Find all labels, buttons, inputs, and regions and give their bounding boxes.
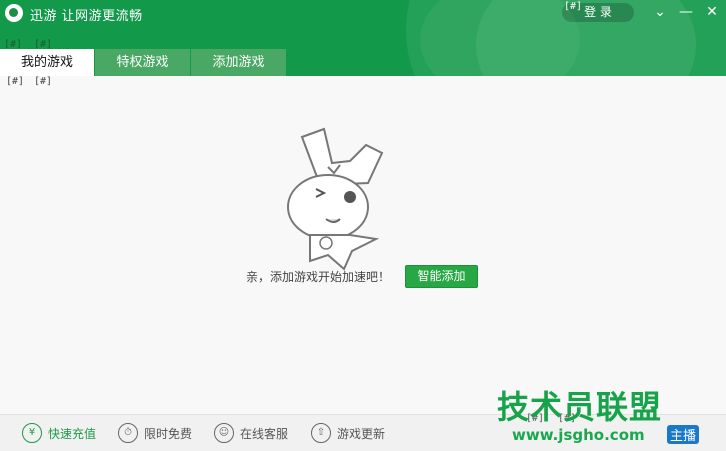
placeholder-label: [#] [34,76,53,87]
menu-chevron-icon[interactable]: ⌄ [650,3,670,21]
login-placeholder: [#] [564,1,583,12]
online-support-button[interactable]: ☺ 在线客服 [214,423,288,443]
recharge-label: 快速充值 [48,426,97,441]
app-logo-icon [5,4,23,22]
stopwatch-icon: ⏱ [118,423,138,443]
online-support-label: 在线客服 [240,426,289,441]
smart-add-button[interactable]: 智能添加 [405,265,478,288]
upload-icon: ⇧ [311,423,331,443]
close-icon[interactable]: ✕ [702,3,722,21]
watermark-text: 技术员联盟 [497,388,663,426]
header-decoration [420,0,580,76]
user-icon: ☺ [214,423,234,443]
game-update-label: 游戏更新 [337,426,386,441]
tab-privilege-games[interactable]: 特权游戏 [95,49,190,76]
title-bar: 迅游 让网游更流畅 [#] [#] 登 录 [#] ⌄ — ✕ 我的游戏 特权游… [0,0,726,76]
recharge-button[interactable]: ¥ 快速充值 [22,423,96,443]
watermark-url: www.jsgho.com [512,426,645,444]
tab-add-games[interactable]: 添加游戏 [191,49,286,76]
tab-bar: 我的游戏 特权游戏 添加游戏 [0,49,287,76]
game-update-button[interactable]: ⇧ 游戏更新 [311,423,385,443]
mascot-illustration [287,127,384,271]
empty-state-message: 亲，添加游戏开始加速吧！ [246,270,391,284]
limited-free-button[interactable]: ⏱ 限时免费 [118,423,192,443]
tab-my-games[interactable]: 我的游戏 [0,49,94,76]
limited-free-label: 限时免费 [144,426,193,441]
minimize-icon[interactable]: — [676,3,696,21]
app-title: 迅游 让网游更流畅 [30,9,143,24]
placeholder-label: [#] [6,76,25,87]
yen-icon: ¥ [22,423,42,443]
watermark-badge: 主播 [667,425,700,444]
